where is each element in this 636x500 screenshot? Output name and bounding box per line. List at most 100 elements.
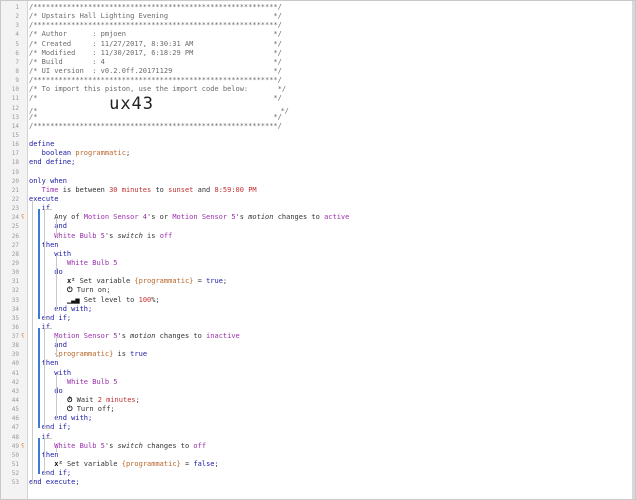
indent-guide xyxy=(43,327,52,329)
code-line: 9 /**************************************… xyxy=(1,76,631,85)
keyword-token: boolean xyxy=(29,149,76,158)
line-number: 44 xyxy=(11,397,19,405)
line-number: 26 xyxy=(11,232,19,240)
line-number: 19 xyxy=(11,168,19,176)
code-line: 21 Time is between 30 minutes to sunset … xyxy=(1,186,631,195)
import-code: ux43 xyxy=(109,93,155,114)
indent-guide xyxy=(56,419,61,421)
line-number: 49 xyxy=(11,442,19,450)
line-number: 48 xyxy=(11,433,19,441)
indent-guide xyxy=(56,254,58,310)
code-text: ⏻ Turn off; xyxy=(29,405,115,414)
code-editor[interactable]: 1 /**************************************… xyxy=(0,0,636,500)
vertical-scrollbar[interactable] xyxy=(632,1,635,499)
line-number: 31 xyxy=(11,278,19,286)
comment-token: /***************************************… xyxy=(29,121,282,130)
code-line: 52 end if; xyxy=(1,469,631,478)
line-number: 15 xyxy=(11,131,19,139)
line-number: 14 xyxy=(11,122,19,130)
text-token: is xyxy=(142,231,160,240)
line-number: 52 xyxy=(11,470,19,478)
code-text: with xyxy=(29,250,71,259)
line-number: 2 xyxy=(15,13,19,21)
indent-guide xyxy=(56,218,61,220)
code-text: /* Created : 11/27/2017, 8:30:31 AM */ xyxy=(29,40,282,49)
fold-marker-icon[interactable]: ʕ xyxy=(21,442,25,451)
line-number: 24 xyxy=(11,214,19,222)
comment-token: /***************************************… xyxy=(29,76,282,85)
fold-marker-icon[interactable]: ʕ xyxy=(21,213,25,222)
line-number: 33 xyxy=(11,296,19,304)
line-number: 10 xyxy=(11,86,19,94)
comment-token: /* Upstairs Hall Lighting Evening */ xyxy=(29,12,282,21)
line-number: 50 xyxy=(11,451,19,459)
code-lines: 1 /**************************************… xyxy=(1,3,631,487)
keyword-token: define xyxy=(29,140,55,149)
code-line: 40 then xyxy=(1,359,631,368)
code-line: 3 /**************************************… xyxy=(1,21,631,30)
device-token: Motion Sensor 4 xyxy=(83,213,148,222)
fold-marker-icon[interactable]: ʕ xyxy=(21,332,25,341)
indent-guide xyxy=(56,355,61,357)
variable-token: {programmatic} xyxy=(121,460,181,469)
action-icon: x² xyxy=(54,460,63,469)
code-text: White Bulb 5's switch is off xyxy=(29,232,172,241)
indent-guide xyxy=(56,446,58,453)
selection-bar xyxy=(37,327,40,429)
text-token: %; xyxy=(151,295,160,304)
code-line: 19 xyxy=(1,168,631,177)
text-token: = xyxy=(180,460,194,469)
text-token: Turn on; xyxy=(72,286,111,295)
code-text: x² Set variable {programmatic} = true; xyxy=(29,277,227,286)
code-line: 43 do xyxy=(1,387,631,396)
line-number: 43 xyxy=(11,387,19,395)
code-text: White Bulb 5 xyxy=(29,259,118,268)
code-line: 22 execute xyxy=(1,195,631,204)
code-text: /* Author : pmjoen */ xyxy=(29,30,282,39)
code-text: only when xyxy=(29,177,67,186)
code-line: 36 if xyxy=(1,323,631,332)
line-number: 9 xyxy=(15,77,19,85)
line-number: 23 xyxy=(11,205,19,213)
code-line: 11 /* */ xyxy=(1,94,631,103)
line-number: 29 xyxy=(11,259,19,267)
line-number: 30 xyxy=(11,269,19,277)
device-token: White Bulb 5 xyxy=(54,441,105,450)
text-token: changes to xyxy=(273,213,325,222)
code-text: define xyxy=(29,140,54,149)
value-token: 100 xyxy=(138,295,152,304)
code-line: 17 boolean programmatic; xyxy=(1,149,631,158)
keyword-token: end if; xyxy=(29,423,72,432)
text-token: Set level to xyxy=(79,295,139,304)
device-token: off xyxy=(159,231,173,240)
code-line: 42 White Bulb 5 xyxy=(1,378,631,387)
code-line: 14 /*************************************… xyxy=(1,122,631,131)
text-token: 's xyxy=(235,213,249,222)
code-line: 46 end with; xyxy=(1,414,631,423)
line-number: 32 xyxy=(11,287,19,295)
keyword-token: true xyxy=(130,350,148,359)
line-number: 5 xyxy=(15,40,19,48)
line-number: 41 xyxy=(11,369,19,377)
indent-guide xyxy=(43,474,52,476)
code-line: 50 then xyxy=(1,451,631,460)
comment-token: /* */ xyxy=(29,112,282,121)
value-token: 8:59:00 PM xyxy=(214,185,257,194)
comment-token: /* Modified : 11/30/2017, 6:18:29 PM */ xyxy=(29,48,282,57)
code-line: 39 {programmatic} is true xyxy=(1,350,631,359)
indent-guide xyxy=(43,208,52,210)
line-number: 28 xyxy=(11,250,19,258)
keyword-token: do xyxy=(29,386,63,395)
line-number: 40 xyxy=(11,360,19,368)
line-number: 51 xyxy=(11,461,19,469)
code-line: 35 end if; xyxy=(1,314,631,323)
code-line: 29 White Bulb 5 xyxy=(1,259,631,268)
code-text: /***************************************… xyxy=(29,76,282,85)
code-text: and xyxy=(29,341,67,350)
code-line: 7 /* Build : 4 */ xyxy=(1,58,631,67)
code-line: 48 if xyxy=(1,433,631,442)
keyword-token: do xyxy=(29,268,63,277)
